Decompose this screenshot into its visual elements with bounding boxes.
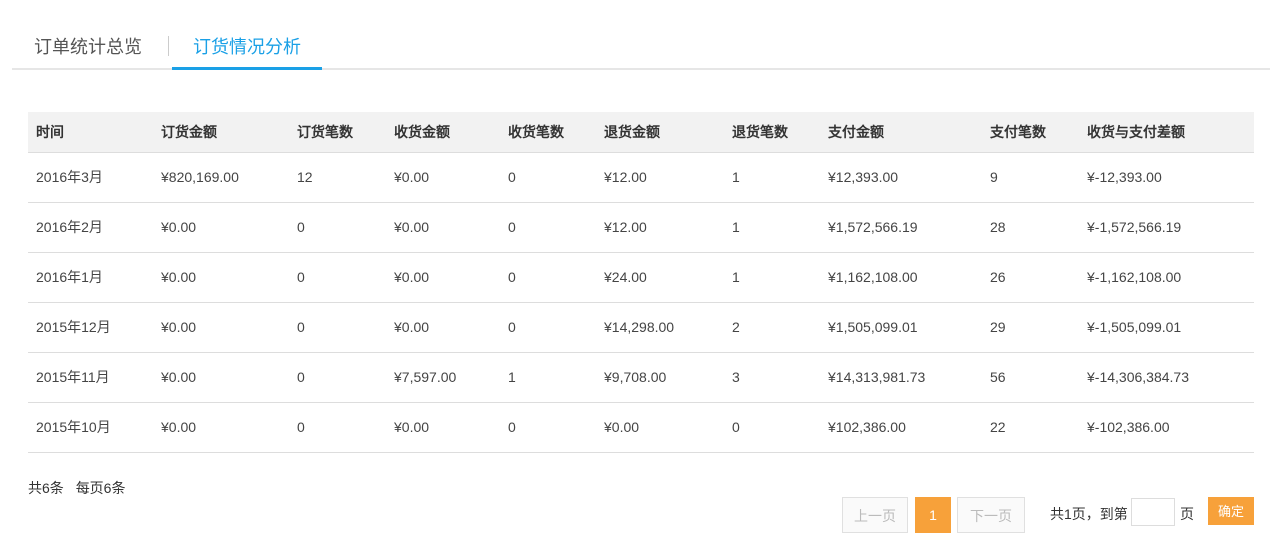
table-cell: ¥-102,386.00 <box>1087 419 1170 435</box>
table-cell: ¥12.00 <box>604 219 647 235</box>
table-header-row: 时间 订货金额 订货笔数 收货金额 收货笔数 退货金额 退货笔数 支付金额 支付… <box>28 112 1254 153</box>
table-cell: ¥9,708.00 <box>604 369 667 385</box>
table-cell: 0 <box>297 419 305 435</box>
table-cell: ¥0.00 <box>604 419 640 435</box>
table-cell: 28 <box>990 219 1006 235</box>
total-pages-label: 共1页，到第 <box>1050 506 1128 522</box>
table-cell: ¥-12,393.00 <box>1087 169 1162 185</box>
column-header: 收货与支付差额 <box>1079 112 1254 153</box>
column-header: 支付笔数 <box>982 112 1079 153</box>
table-cell: 0 <box>508 269 516 285</box>
table-cell: 0 <box>297 219 305 235</box>
table-cell: 29 <box>990 319 1006 335</box>
table-cell: ¥-1,162,108.00 <box>1087 269 1182 285</box>
table-cell: ¥0.00 <box>394 319 430 335</box>
page-unit-label: 页 <box>1180 506 1194 522</box>
table-cell: 2015年10月 <box>36 419 111 435</box>
table-cell: ¥14,298.00 <box>604 319 675 335</box>
table-cell: ¥7,597.00 <box>394 369 457 385</box>
table-cell: 26 <box>990 269 1006 285</box>
confirm-button[interactable]: 确定 <box>1208 497 1254 525</box>
table-cell: 2015年11月 <box>36 369 110 385</box>
table-cell: 0 <box>508 319 516 335</box>
table-cell: 22 <box>990 419 1006 435</box>
table-cell: ¥14,313,981.73 <box>828 369 926 385</box>
column-header: 订货笔数 <box>289 112 386 153</box>
table-cell: ¥-1,572,566.19 <box>1087 219 1182 235</box>
table-cell: 9 <box>990 169 998 185</box>
tab-divider <box>168 36 169 56</box>
table-cell: 0 <box>732 419 740 435</box>
table-cell: ¥0.00 <box>161 269 197 285</box>
table-cell: 2016年1月 <box>36 269 103 285</box>
table-cell: ¥0.00 <box>394 269 430 285</box>
table-cell: ¥1,505,099.01 <box>828 319 918 335</box>
tab-order-analysis[interactable]: 订货情况分析 <box>172 32 322 70</box>
table-cell: 1 <box>732 169 740 185</box>
next-page-button[interactable]: 下一页 <box>957 497 1025 533</box>
table-row: 2015年10月 ¥0.00 0 ¥0.00 0 ¥0.00 0 ¥102,38… <box>28 402 1254 452</box>
table-row: 2015年11月 ¥0.00 0 ¥7,597.00 1 ¥9,708.00 3… <box>28 352 1254 402</box>
per-page-count: 每页6条 <box>75 480 126 496</box>
table-cell: 12 <box>297 169 313 185</box>
table-cell: ¥-1,505,099.01 <box>1087 319 1182 335</box>
table-row: 2015年12月 ¥0.00 0 ¥0.00 0 ¥14,298.00 2 ¥1… <box>28 302 1254 352</box>
table-cell: ¥-14,306,384.73 <box>1087 369 1189 385</box>
table-cell: ¥12,393.00 <box>828 169 899 185</box>
table-row: 2016年1月 ¥0.00 0 ¥0.00 0 ¥24.00 1 ¥1,162,… <box>28 252 1254 302</box>
table-row: 2016年2月 ¥0.00 0 ¥0.00 0 ¥12.00 1 ¥1,572,… <box>28 202 1254 252</box>
table-cell: 0 <box>508 419 516 435</box>
table-cell: 3 <box>732 369 740 385</box>
table-cell: 56 <box>990 369 1006 385</box>
table-cell: 0 <box>508 169 516 185</box>
table-cell: ¥0.00 <box>161 219 197 235</box>
table-row: 2016年3月 ¥820,169.00 12 ¥0.00 0 ¥12.00 1 … <box>28 152 1254 202</box>
tab-bar: 订单统计总览 订货情况分析 <box>12 30 1270 70</box>
table-cell: 1 <box>732 269 740 285</box>
table-cell: ¥1,572,566.19 <box>828 219 918 235</box>
table-cell: 0 <box>297 319 305 335</box>
table-cell: ¥0.00 <box>394 219 430 235</box>
table-cell: ¥24.00 <box>604 269 647 285</box>
column-header: 支付金额 <box>820 112 982 153</box>
table-cell: 0 <box>297 269 305 285</box>
order-analysis-table: 时间 订货金额 订货笔数 收货金额 收货笔数 退货金额 退货笔数 支付金额 支付… <box>28 112 1254 453</box>
column-header: 退货笔数 <box>724 112 820 153</box>
table-cell: ¥0.00 <box>161 419 197 435</box>
tab-order-overview[interactable]: 订单统计总览 <box>34 32 142 70</box>
table-cell: 2016年3月 <box>36 169 103 185</box>
column-header: 订货金额 <box>153 112 289 153</box>
table-cell: 1 <box>732 219 740 235</box>
column-header: 收货金额 <box>386 112 500 153</box>
page-number-button[interactable]: 1 <box>915 497 951 533</box>
table-cell: ¥12.00 <box>604 169 647 185</box>
table-cell: ¥0.00 <box>394 419 430 435</box>
table-cell: 0 <box>508 219 516 235</box>
table-cell: ¥0.00 <box>161 319 197 335</box>
page: 订单统计总览 订货情况分析 时间 订货金额 订货笔数 收货金额 收货笔数 退货金… <box>0 0 1280 554</box>
column-header: 收货笔数 <box>500 112 596 153</box>
table-cell: ¥1,162,108.00 <box>828 269 918 285</box>
table-cell: ¥102,386.00 <box>828 419 906 435</box>
prev-page-button[interactable]: 上一页 <box>842 497 908 533</box>
table-cell: 2016年2月 <box>36 219 103 235</box>
table-cell: 2015年12月 <box>36 319 111 335</box>
column-header: 退货金额 <box>596 112 724 153</box>
table-cell: ¥820,169.00 <box>161 169 239 185</box>
table-cell: 1 <box>508 369 516 385</box>
table-cell: ¥0.00 <box>161 369 197 385</box>
column-header: 时间 <box>28 112 153 153</box>
record-summary: 共6条 每页6条 <box>28 478 133 498</box>
table-cell: 2 <box>732 319 740 335</box>
table-cell: ¥0.00 <box>394 169 430 185</box>
goto-page-input[interactable] <box>1131 498 1175 526</box>
total-count: 共6条 <box>28 480 64 496</box>
table-cell: 0 <box>297 369 305 385</box>
